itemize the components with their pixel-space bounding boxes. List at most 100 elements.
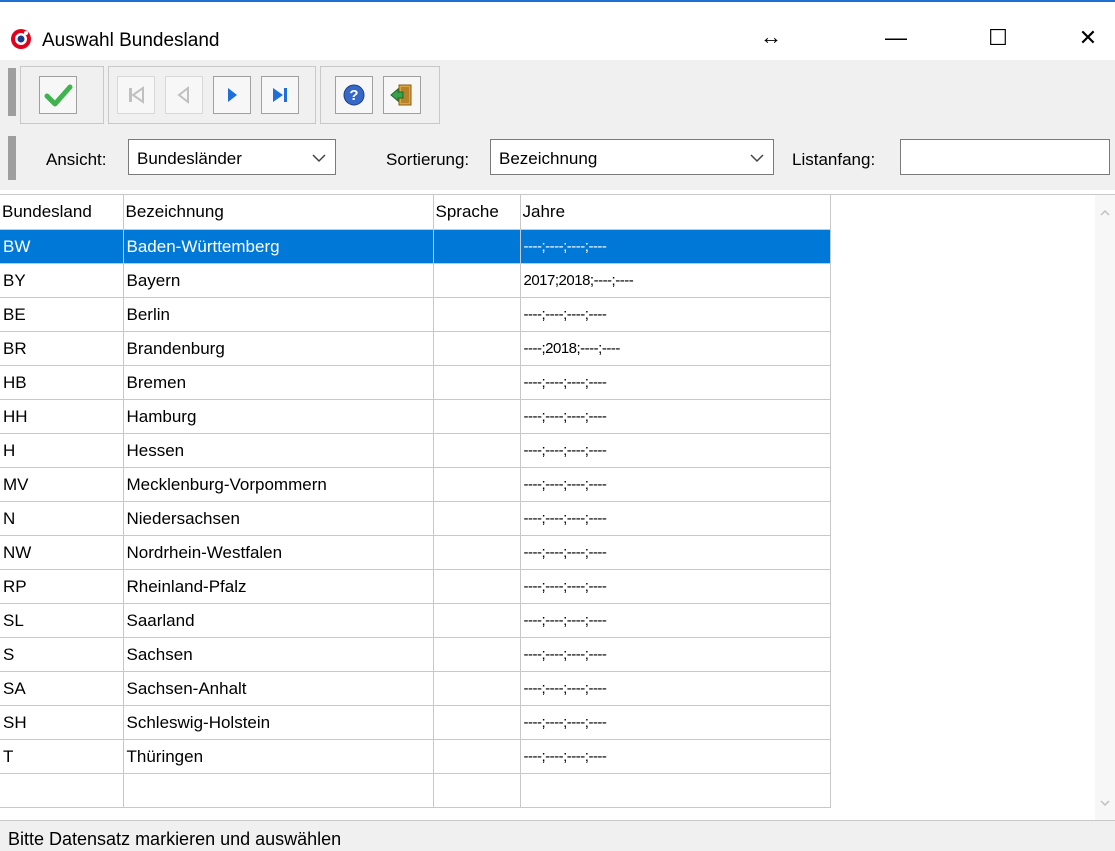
cell-bundesland: S [0, 637, 124, 672]
cell-jahre: ----;----;----;---- [520, 739, 831, 774]
cell-jahre [520, 773, 831, 808]
table-row[interactable]: H Hessen ----;----;----;---- [0, 433, 831, 468]
filter-bar: Ansicht: Bundesländer Sortierung: Bezeic… [0, 128, 1115, 190]
cell-sprache [433, 467, 521, 502]
ansicht-label: Ansicht: [46, 150, 107, 169]
help-button[interactable]: ? [335, 76, 373, 114]
cell-bundesland: BW [0, 229, 124, 264]
table-row[interactable]: RP Rheinland-Pfalz ----;----;----;---- [0, 569, 831, 604]
cell-bezeichnung: Thüringen [123, 739, 434, 774]
cell-bezeichnung: Sachsen [123, 637, 434, 672]
cell-bundesland: H [0, 433, 124, 468]
filter-bar-grip[interactable] [8, 136, 16, 180]
cell-bezeichnung: Bremen [123, 365, 434, 400]
minimize-button[interactable]: — [866, 16, 926, 60]
sortierung-dropdown[interactable]: Bezeichnung [490, 139, 774, 175]
cell-bezeichnung: Hamburg [123, 399, 434, 434]
sortierung-label: Sortierung: [386, 150, 470, 169]
vertical-scrollbar[interactable] [1095, 195, 1115, 821]
title-bar[interactable]: Auswahl Bundesland ↔ — ☐ ✕ [0, 2, 1115, 60]
cell-jahre: ----;2018;----;---- [520, 331, 831, 366]
app-logo-icon [11, 29, 31, 49]
column-header-bezeichnung[interactable]: Bezeichnung [123, 195, 434, 230]
scroll-down-icon [1100, 800, 1110, 807]
cell-jahre: ----;----;----;---- [520, 229, 831, 264]
cell-bundesland: N [0, 501, 124, 536]
table-row[interactable]: HB Bremen ----;----;----;---- [0, 365, 831, 400]
cell-jahre: ----;----;----;---- [520, 399, 831, 434]
table-row[interactable]: MV Mecklenburg-Vorpommern ----;----;----;-… [0, 467, 831, 502]
scroll-up-icon [1100, 209, 1110, 216]
cell-sprache [433, 535, 521, 570]
cell-jahre: ----;----;----;---- [520, 297, 831, 332]
table-header-row: Bundesland Bezeichnung Sprache Jahre [0, 195, 831, 230]
exit-button[interactable] [383, 76, 421, 114]
resize-horizontal-icon: ↔ [760, 24, 782, 49]
bundesland-table: Bundesland Bezeichnung Sprache Jahre BW B… [0, 195, 831, 808]
first-record-button[interactable] [117, 76, 155, 114]
cell-bundesland: BY [0, 263, 124, 298]
table-row[interactable]: SL Saarland ----;----;----;---- [0, 603, 831, 638]
close-icon: ✕ [1078, 25, 1098, 50]
cell-jahre: ----;----;----;---- [520, 569, 831, 604]
maximize-button[interactable]: ☐ [968, 16, 1028, 60]
cell-bundesland: BE [0, 297, 124, 332]
table-row[interactable]: SA Sachsen-Anhalt ----;----;----;---- [0, 671, 831, 706]
cell-bundesland: BR [0, 331, 124, 366]
toolbar: ? [0, 60, 1115, 128]
first-record-icon [129, 86, 144, 104]
cell-sprache [433, 773, 521, 808]
cell-bezeichnung: Rheinland-Pfalz [123, 569, 434, 604]
ansicht-value: Bundesländer [137, 149, 242, 168]
cell-bezeichnung [123, 773, 434, 808]
column-header-sprache[interactable]: Sprache [433, 195, 521, 230]
cell-bundesland: NW [0, 535, 124, 570]
cell-sprache [433, 433, 521, 468]
table-row[interactable]: T Thüringen ----;----;----;---- [0, 739, 831, 774]
column-header-bundesland[interactable]: Bundesland [0, 195, 124, 230]
table-row[interactable]: BY Bayern 2017;2018;----;---- [0, 263, 831, 298]
table-row[interactable] [0, 773, 831, 808]
next-record-icon [228, 88, 237, 102]
status-bar: Bitte Datensatz markieren und auswählen [0, 820, 1115, 851]
cell-bundesland: SH [0, 705, 124, 740]
sortierung-value: Bezeichnung [499, 149, 598, 168]
listanfang-input[interactable] [900, 139, 1110, 175]
confirm-button[interactable] [39, 76, 77, 114]
table-row[interactable]: BR Brandenburg ----;2018;----;---- [0, 331, 831, 366]
table-body: BW Baden-Württemberg ----;----;----;---- BY… [0, 229, 831, 808]
previous-record-button[interactable] [165, 76, 203, 114]
maximize-icon: ☐ [988, 25, 1008, 50]
bundesland-grid: Bundesland Bezeichnung Sprache Jahre BW B… [0, 194, 1115, 821]
cell-bezeichnung: Hessen [123, 433, 434, 468]
cell-jahre: ----;----;----;---- [520, 433, 831, 468]
close-button[interactable]: ✕ [1058, 16, 1115, 60]
table-row[interactable]: BW Baden-Württemberg ----;----;----;---- [0, 229, 831, 264]
cell-bundesland: RP [0, 569, 124, 604]
cell-jahre: ----;----;----;---- [520, 501, 831, 536]
toolbar-grip[interactable] [8, 68, 16, 116]
chevron-down-icon [312, 154, 326, 163]
status-text: Bitte Datensatz markieren und auswählen [8, 829, 342, 849]
cell-jahre: ----;----;----;---- [520, 603, 831, 638]
toolbar-group-navigation [108, 66, 316, 124]
cell-sprache [433, 399, 521, 434]
table-row[interactable]: NW Nordrhein-Westfalen ----;----;----;---- [0, 535, 831, 570]
cell-sprache [433, 297, 521, 332]
cell-jahre: ----;----;----;---- [520, 535, 831, 570]
table-row[interactable]: N Niedersachsen ----;----;----;---- [0, 501, 831, 536]
column-header-jahre[interactable]: Jahre [520, 195, 831, 230]
last-record-button[interactable] [261, 76, 299, 114]
cell-bezeichnung: Niedersachsen [123, 501, 434, 536]
cell-sprache [433, 739, 521, 774]
next-record-button[interactable] [213, 76, 251, 114]
table-row[interactable]: SH Schleswig-Holstein ----;----;----;---- [0, 705, 831, 740]
table-row[interactable]: S Sachsen ----;----;----;---- [0, 637, 831, 672]
cell-sprache [433, 229, 521, 264]
ansicht-dropdown[interactable]: Bundesländer [128, 139, 336, 175]
table-row[interactable]: BE Berlin ----;----;----;---- [0, 297, 831, 332]
minimize-icon: — [885, 25, 907, 50]
table-row[interactable]: HH Hamburg ----;----;----;---- [0, 399, 831, 434]
cell-bezeichnung: Sachsen-Anhalt [123, 671, 434, 706]
cell-bezeichnung: Mecklenburg-Vorpommern [123, 467, 434, 502]
